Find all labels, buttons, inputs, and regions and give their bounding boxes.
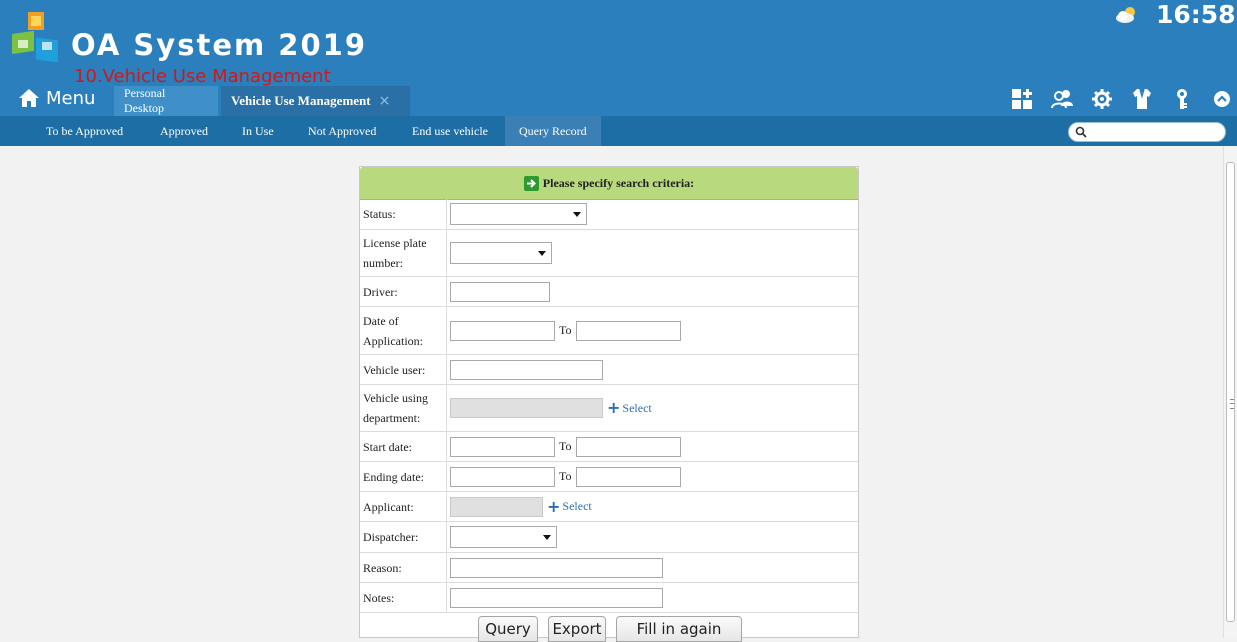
menu-button[interactable]: Menu xyxy=(18,84,95,112)
form-buttons: Query Export Fill in again xyxy=(360,611,858,642)
applicant-select-link[interactable]: + Select xyxy=(547,496,592,516)
status-select[interactable] xyxy=(450,203,587,225)
clock: 16:58 xyxy=(1156,0,1236,29)
home-icon xyxy=(19,89,39,107)
row-applicant: Applicant: + Select xyxy=(360,492,858,522)
form-header-text: Please specify search criteria: xyxy=(542,175,695,190)
tab-label: Vehicle Use Management xyxy=(231,93,371,108)
start-date-to-input[interactable] xyxy=(575,436,681,457)
close-icon[interactable]: × xyxy=(379,93,391,109)
plus-icon: + xyxy=(547,496,561,516)
subnav-not-approved[interactable]: Not Approved xyxy=(308,116,376,146)
license-plate-select[interactable] xyxy=(450,242,552,264)
oa-logo-icon xyxy=(12,12,58,62)
row-vehicle-using-department: Vehicle using department: + Select xyxy=(360,385,858,432)
ending-date-from-input[interactable] xyxy=(450,466,555,487)
tab-label: Personal Desktop xyxy=(124,86,166,115)
applicant-input xyxy=(450,496,543,517)
scroll-grip-icon xyxy=(1230,399,1234,409)
date-of-application-from-input[interactable] xyxy=(450,320,555,341)
row-reason: Reason: xyxy=(360,553,858,583)
dispatcher-label: Dispatcher: xyxy=(360,522,447,552)
row-start-date: Start date: To xyxy=(360,432,858,462)
export-button[interactable]: Export xyxy=(548,616,606,642)
row-status: Status: xyxy=(360,199,858,230)
scrollbar-thumb[interactable] xyxy=(1226,162,1235,622)
notes-input[interactable] xyxy=(450,587,663,608)
tab-vehicle-use-management[interactable]: Vehicle Use Management × xyxy=(221,86,410,116)
applicant-label: Applicant: xyxy=(360,492,447,521)
select-link-label: Select xyxy=(562,499,592,513)
users-icon[interactable] xyxy=(1048,86,1076,112)
arrow-right-icon xyxy=(523,175,539,191)
ending-date-label: Ending date: xyxy=(360,462,447,491)
row-license-plate: License plate number: xyxy=(360,230,858,277)
select-link-label: Select xyxy=(622,400,652,415)
menu-label: Menu xyxy=(46,87,96,109)
row-dispatcher: Dispatcher: xyxy=(360,522,858,553)
fill-in-again-button[interactable]: Fill in again xyxy=(616,616,742,642)
to-label: To xyxy=(559,323,572,337)
toolbar xyxy=(1008,86,1237,112)
key-icon[interactable] xyxy=(1168,86,1196,112)
search-criteria-form: Please specify search criteria: Status: … xyxy=(359,166,859,642)
row-vehicle-user: Vehicle user: xyxy=(360,355,858,385)
subnav-approved[interactable]: Approved xyxy=(160,116,208,146)
reason-label: Reason: xyxy=(360,553,447,582)
start-date-from-input[interactable] xyxy=(450,436,555,457)
date-of-application-to-input[interactable] xyxy=(575,320,681,341)
form-header: Please specify search criteria: xyxy=(360,167,858,200)
notes-label: Notes: xyxy=(360,583,447,612)
vehicle-using-department-label: Vehicle using department: xyxy=(360,385,447,431)
app-title: OA System 2019 xyxy=(71,28,368,62)
vehicle-user-label: Vehicle user: xyxy=(360,355,447,384)
ending-date-to-input[interactable] xyxy=(575,466,681,487)
search-icon xyxy=(1075,126,1087,138)
chevron-up-icon[interactable] xyxy=(1208,86,1236,112)
dispatcher-select[interactable] xyxy=(450,526,557,548)
to-label: To xyxy=(559,439,572,453)
subnav-to-be-approved[interactable]: To be Approved xyxy=(46,116,123,146)
status-label: Status: xyxy=(360,199,447,229)
driver-input[interactable] xyxy=(450,281,550,302)
subnav-in-use[interactable]: In Use xyxy=(242,116,274,146)
to-label: To xyxy=(559,469,572,483)
plus-icon: + xyxy=(607,398,621,417)
department-select-link[interactable]: + Select xyxy=(607,398,652,417)
top-bar: OA System 2019 10.Vehicle Use Management… xyxy=(0,0,1237,116)
sub-navigation: To be Approved Approved In Use Not Appro… xyxy=(0,116,1237,146)
search-input[interactable] xyxy=(1091,124,1221,140)
tab-personal-desktop[interactable]: Personal Desktop xyxy=(114,86,218,116)
query-button[interactable]: Query xyxy=(478,616,538,642)
vehicle-using-department-input xyxy=(450,398,603,418)
apps-add-icon[interactable] xyxy=(1008,86,1036,112)
shirt-icon[interactable] xyxy=(1128,86,1156,112)
vehicle-user-input[interactable] xyxy=(450,359,603,380)
row-notes: Notes: xyxy=(360,583,858,613)
subnav-query-record[interactable]: Query Record xyxy=(505,116,601,146)
license-plate-label: License plate number: xyxy=(360,230,447,276)
partly-cloudy-icon xyxy=(1116,7,1135,23)
search-box[interactable] xyxy=(1068,122,1226,142)
row-ending-date: Ending date: To xyxy=(360,462,858,492)
date-of-application-label: Date of Application: xyxy=(360,307,447,354)
overlay-caption: 10.Vehicle Use Management xyxy=(74,66,331,87)
row-date-of-application: Date of Application: To xyxy=(360,307,858,355)
driver-label: Driver: xyxy=(360,277,447,306)
start-date-label: Start date: xyxy=(360,432,447,461)
row-driver: Driver: xyxy=(360,277,858,307)
reason-input[interactable] xyxy=(450,557,663,578)
scrollbar[interactable] xyxy=(1223,146,1237,638)
gear-icon[interactable] xyxy=(1088,86,1116,112)
subnav-end-use-vehicle[interactable]: End use vehicle xyxy=(412,116,488,146)
